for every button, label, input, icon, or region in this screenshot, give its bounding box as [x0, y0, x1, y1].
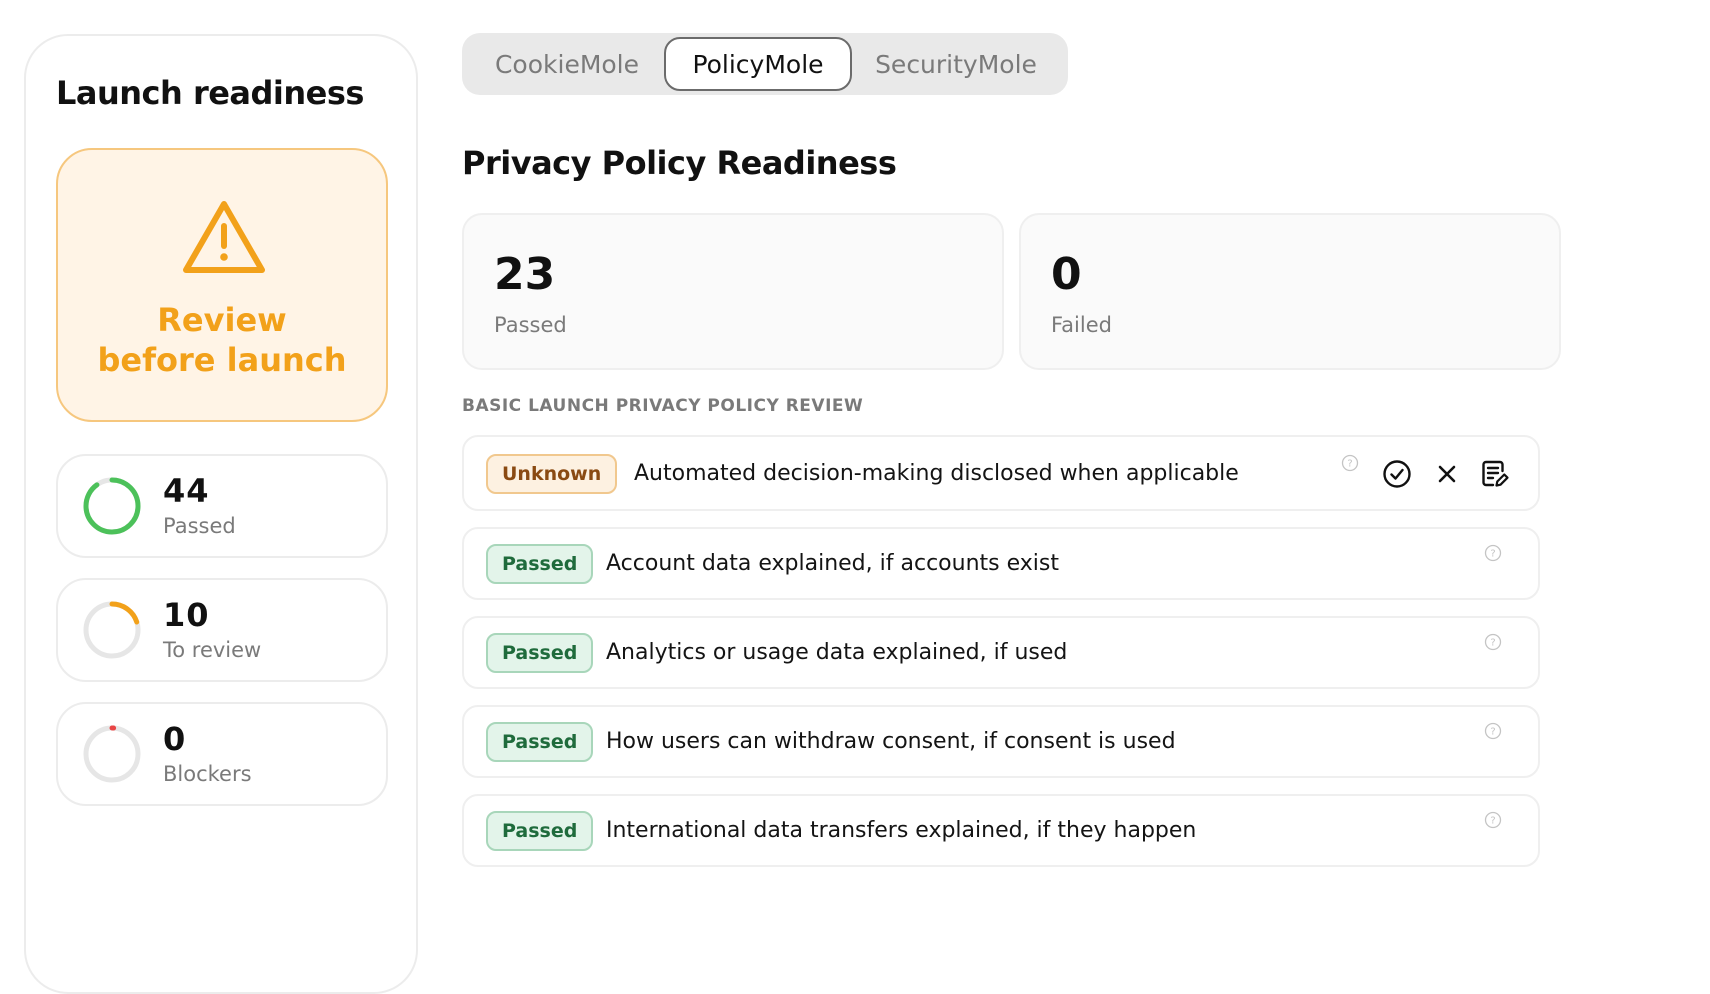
- tab-securitymole[interactable]: SecurityMole: [854, 37, 1058, 91]
- warning-triangle-icon: [182, 200, 266, 280]
- check-text: International data transfers explained, …: [606, 818, 1197, 843]
- status-line-2: before launch: [97, 341, 347, 379]
- note-edit-icon[interactable]: [1480, 459, 1510, 493]
- svg-text:?: ?: [1490, 549, 1495, 560]
- section-heading: BASIC LAUNCH PRIVACY POLICY REVIEW: [462, 396, 864, 416]
- check-row[interactable]: Passed Account data explained, if accoun…: [462, 527, 1540, 600]
- status-line-1: Review: [157, 301, 287, 339]
- status-badge-passed: Passed: [486, 722, 594, 762]
- status-badge-passed: Passed: [486, 544, 594, 584]
- check-text: How users can withdraw consent, if conse…: [606, 729, 1176, 754]
- summary-card-failed: 0 Failed: [1019, 213, 1561, 370]
- progress-ring: [83, 601, 141, 659]
- tab-policymole[interactable]: PolicyMole: [664, 37, 852, 91]
- stat-value: 10: [163, 596, 210, 634]
- status-badge-unknown: Unknown: [486, 454, 618, 494]
- help-icon[interactable]: ?: [1484, 811, 1502, 833]
- check-text: Analytics or usage data explained, if us…: [606, 640, 1068, 665]
- svg-text:?: ?: [1490, 638, 1495, 649]
- stat-card-passed: 44 Passed: [56, 454, 388, 558]
- check-row[interactable]: Unknown Automated decision-making disclo…: [462, 435, 1540, 511]
- check-row[interactable]: Passed International data transfers expl…: [462, 794, 1540, 867]
- progress-ring: [83, 725, 141, 783]
- stat-card-to-review: 10 To review: [56, 578, 388, 682]
- check-row[interactable]: Passed How users can withdraw consent, i…: [462, 705, 1540, 778]
- check-row[interactable]: Passed Analytics or usage data explained…: [462, 616, 1540, 689]
- summary-label: Passed: [494, 313, 567, 337]
- stat-label: Blockers: [163, 762, 252, 786]
- tab-cookiemole[interactable]: CookieMole: [470, 37, 664, 91]
- summary-card-passed: 23 Passed: [462, 213, 1004, 370]
- progress-ring: [83, 477, 141, 535]
- svg-text:?: ?: [1347, 459, 1352, 470]
- stat-card-blockers: 0 Blockers: [56, 702, 388, 806]
- summary-value: 0: [1051, 249, 1082, 300]
- help-icon[interactable]: ?: [1484, 722, 1502, 744]
- product-tabs: CookieMole PolicyMole SecurityMole: [462, 33, 1068, 95]
- help-icon[interactable]: ?: [1484, 544, 1502, 566]
- stat-label: Passed: [163, 514, 236, 538]
- status-badge-passed: Passed: [486, 633, 594, 673]
- close-icon[interactable]: [1435, 462, 1459, 490]
- stat-label: To review: [163, 638, 262, 662]
- svg-text:?: ?: [1490, 727, 1495, 738]
- check-text: Automated decision-making disclosed when…: [634, 461, 1239, 486]
- svg-text:?: ?: [1490, 816, 1495, 827]
- status-badge-passed: Passed: [486, 811, 594, 851]
- stat-value: 44: [163, 472, 210, 510]
- launch-status-text: Review before launch: [58, 300, 386, 380]
- check-circle-icon[interactable]: [1382, 459, 1412, 493]
- launch-readiness-panel: Launch readiness Review before launch 44…: [24, 34, 418, 994]
- help-icon[interactable]: ?: [1484, 633, 1502, 655]
- sidebar-title: Launch readiness: [56, 74, 364, 112]
- help-icon[interactable]: ?: [1341, 454, 1359, 476]
- page-title: Privacy Policy Readiness: [462, 144, 897, 182]
- check-text: Account data explained, if accounts exis…: [606, 551, 1059, 576]
- summary-value: 23: [494, 249, 556, 300]
- stat-value: 0: [163, 720, 187, 758]
- launch-status-card: Review before launch: [56, 148, 388, 422]
- summary-label: Failed: [1051, 313, 1112, 337]
